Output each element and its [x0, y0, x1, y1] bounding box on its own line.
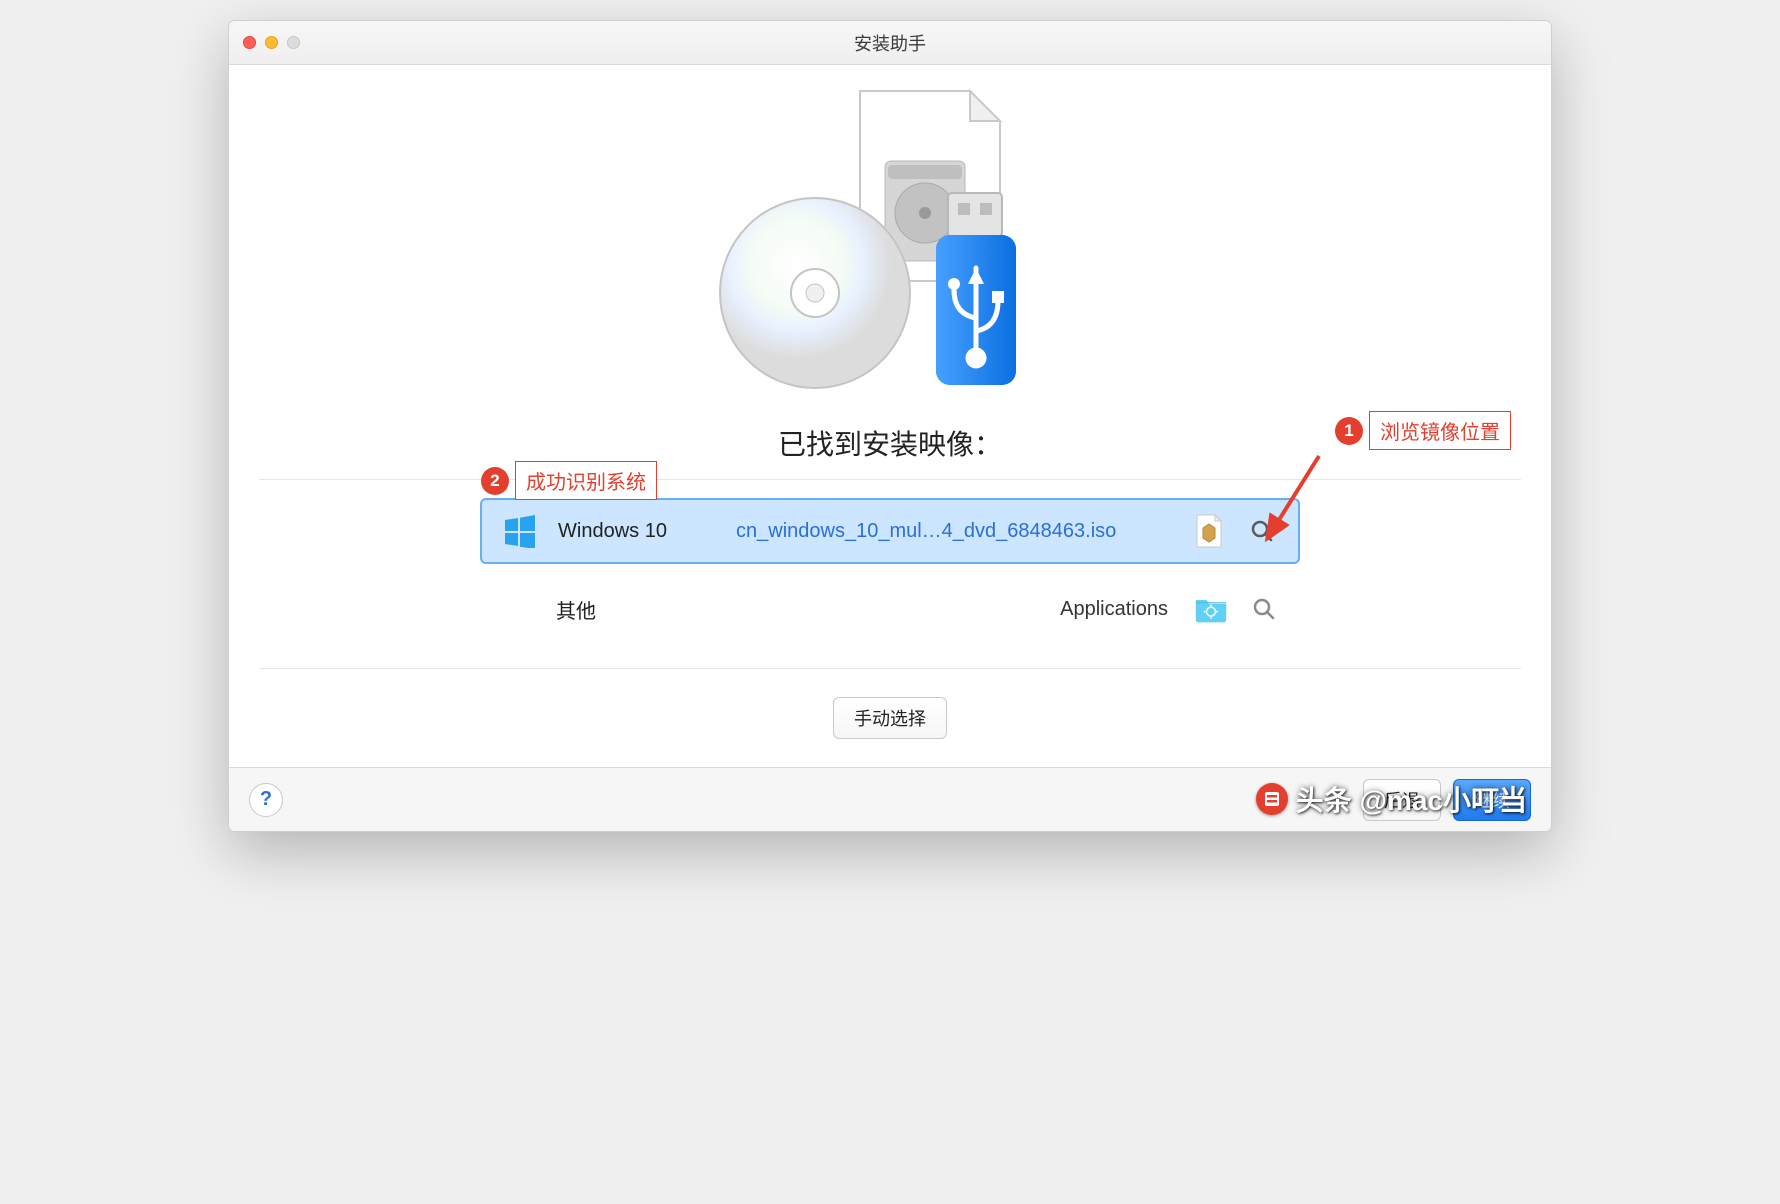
row-file-name: cn_windows_10_mul…4_dvd_6848463.iso — [736, 520, 1174, 543]
annotation-badge-2: 2 — [481, 467, 509, 495]
heading: 已找到安装映像： — [778, 423, 1002, 463]
image-row-other[interactable]: 其他 Applications — [480, 576, 1300, 642]
search-icon — [1252, 597, 1276, 621]
install-media-icon — [710, 83, 1070, 393]
titlebar: 安装助手 — [229, 21, 1551, 65]
annotation-badge-1: 1 — [1335, 417, 1363, 445]
help-button[interactable]: ? — [249, 783, 283, 817]
row-os-name: Windows 10 — [558, 520, 718, 543]
image-row-windows10[interactable]: Windows 10 cn_windows_10_mul…4_dvd_68484… — [480, 498, 1300, 564]
folder-icon — [1194, 594, 1228, 624]
browse-button-row2[interactable] — [1246, 591, 1282, 627]
installer-window: www.MacDown.com 安装助手 — [228, 20, 1552, 832]
divider — [259, 668, 1521, 669]
watermark-prefix: 头条 — [1296, 779, 1352, 819]
row-os-name: 其他 — [556, 595, 716, 624]
annotation-arrow — [1259, 451, 1329, 546]
watermark-handle: @mac小叮当 — [1360, 779, 1527, 819]
heading-row: 已找到安装映像： — [259, 423, 1521, 480]
annotation-label-2: 成功识别系统 — [515, 461, 657, 500]
watermark-bottom: 头条 @mac小叮当 — [1256, 779, 1527, 819]
toutiao-logo-icon — [1256, 783, 1288, 815]
window-title: 安装助手 — [229, 30, 1551, 56]
manual-select-button[interactable]: 手动选择 — [833, 697, 947, 739]
annotation-2: 2 成功识别系统 — [481, 461, 657, 500]
windows-icon — [500, 514, 540, 548]
row-file-name: Applications — [734, 598, 1176, 621]
iso-file-icon — [1192, 514, 1226, 548]
annotation-label-1: 浏览镜像位置 — [1369, 411, 1511, 450]
annotation-1: 1 浏览镜像位置 — [1335, 411, 1511, 450]
image-list: Windows 10 cn_windows_10_mul…4_dvd_68484… — [480, 498, 1300, 642]
hero-illustration — [259, 83, 1521, 393]
